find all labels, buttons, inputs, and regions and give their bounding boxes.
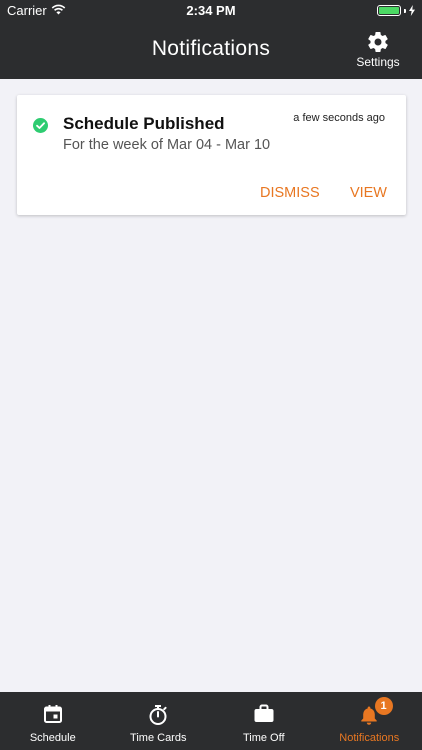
tab-label: Time Off xyxy=(242,732,285,744)
stopwatch-icon xyxy=(149,705,167,725)
tab-label: Notifications xyxy=(339,732,400,744)
tab-schedule[interactable]: Schedule xyxy=(0,692,106,750)
charging-icon xyxy=(409,5,415,16)
view-button[interactable]: VIEW xyxy=(350,185,387,201)
briefcase-icon xyxy=(254,704,274,722)
calendar-icon xyxy=(43,705,62,723)
battery-indicator xyxy=(377,5,415,16)
battery-icon xyxy=(377,5,401,16)
tab-label: Schedule xyxy=(29,732,76,744)
settings-button[interactable]: Settings xyxy=(356,30,400,69)
status-time: 2:34 PM xyxy=(186,3,236,18)
status-bar: Carrier 2:34 PM xyxy=(0,0,422,22)
notification-card[interactable]: Schedule Published For the week of Mar 0… xyxy=(17,95,406,215)
notification-subtitle: For the week of Mar 04 - Mar 10 xyxy=(63,137,271,153)
tab-time-off[interactable]: Time Off xyxy=(211,692,317,750)
notification-title: Schedule Published xyxy=(63,114,225,133)
tab-bar: Schedule Time Cards Time Off 1 Notificat… xyxy=(0,692,422,750)
dismiss-button[interactable]: DISMISS xyxy=(260,185,320,201)
tab-time-cards[interactable]: Time Cards xyxy=(106,692,212,750)
gear-icon xyxy=(368,32,388,53)
notification-badge: 1 xyxy=(374,697,393,715)
settings-label: Settings xyxy=(356,55,400,69)
check-circle-icon xyxy=(33,118,48,133)
notification-timestamp: a few seconds ago xyxy=(293,112,385,124)
top-bar: Carrier 2:34 PM Notifications Settings xyxy=(0,0,422,79)
tab-label: Time Cards xyxy=(130,732,187,744)
tab-notifications[interactable]: 1 Notifications xyxy=(317,692,422,750)
